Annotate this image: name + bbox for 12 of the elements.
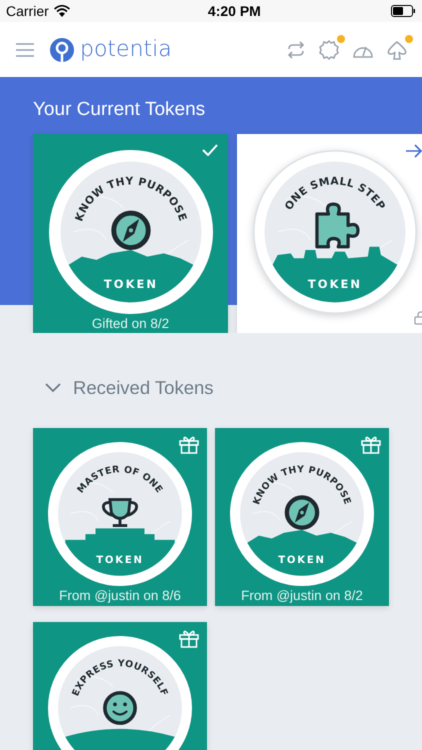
section-title: Received Tokens: [73, 377, 214, 399]
sender-date: From @justin on 8/6: [59, 588, 181, 603]
carrier-label: Carrier: [6, 3, 49, 19]
token-label: TOKEN: [307, 276, 362, 291]
clock-time: 4:20 PM: [208, 3, 261, 19]
section-title: Your Current Tokens: [33, 99, 206, 121]
gifted-date: Gifted on 8/2: [92, 316, 170, 331]
token-label: TOKEN: [96, 554, 144, 566]
sender-date: From @justin on 8/2: [241, 588, 363, 603]
token-label: TOKEN: [278, 554, 326, 566]
logo-text: potentia: [80, 37, 172, 62]
token-label: TOKEN: [103, 276, 158, 291]
